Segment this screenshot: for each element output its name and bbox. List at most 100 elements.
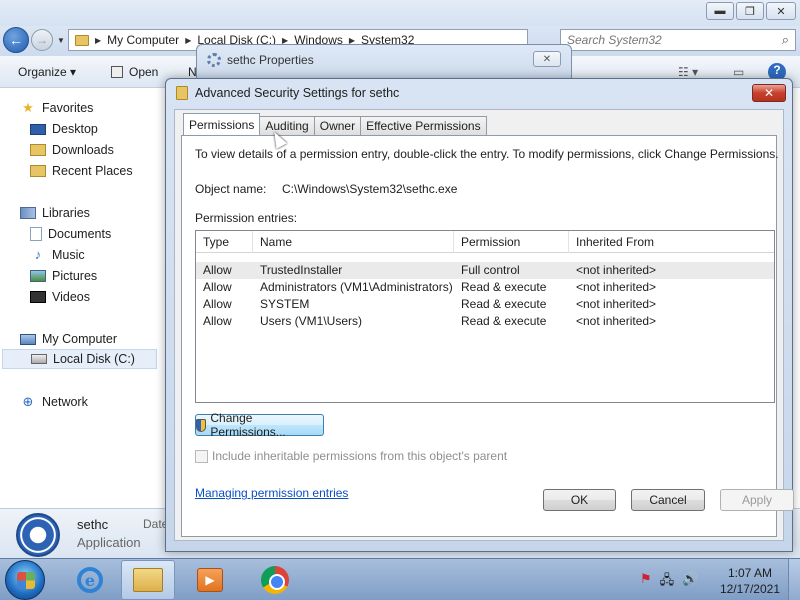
sidebar-item-label: My Computer <box>42 332 118 346</box>
taskbar-windows-explorer[interactable] <box>121 560 175 600</box>
apply-button[interactable]: Apply <box>720 489 794 511</box>
advanced-security-dialog: Advanced Security Settings for sethc ✕ P… <box>165 78 794 552</box>
forward-button[interactable]: → <box>31 29 53 51</box>
taskbar-internet-explorer[interactable]: e <box>63 560 117 600</box>
ok-button[interactable]: OK <box>543 489 616 511</box>
tab-auditing[interactable]: Auditing <box>259 116 315 135</box>
change-permissions-button[interactable]: Change Permissions... <box>195 411 324 439</box>
cell-permission: Read & execute <box>461 280 547 294</box>
breadcrumb-my-computer[interactable]: My Computer <box>107 33 179 47</box>
sidebar-item-label: Recent Places <box>52 164 133 178</box>
maximize-button[interactable]: ❐ <box>736 2 764 20</box>
recent-pages-dropdown[interactable]: ▼ <box>57 36 65 45</box>
sidebar-item-libraries[interactable]: Libraries <box>20 203 90 223</box>
uac-shield-icon <box>196 418 207 432</box>
sidebar-item-label: Network <box>42 395 88 409</box>
clock-date: 12/17/2021 <box>719 582 780 596</box>
taskbar-media-player[interactable]: ▶ <box>183 560 237 600</box>
start-button[interactable] <box>5 560 45 600</box>
folder-icon <box>176 86 188 100</box>
table-row[interactable]: Allow TrustedInstaller Full control <not… <box>196 262 774 279</box>
show-desktop-button[interactable] <box>788 559 800 600</box>
sidebar-item-label: Documents <box>48 227 112 241</box>
tab-owner[interactable]: Owner <box>313 116 362 135</box>
minimize-button[interactable]: ▬ <box>706 2 734 20</box>
sidebar-item-pictures[interactable]: Pictures <box>30 266 97 286</box>
column-header-permission[interactable]: Permission <box>454 231 569 253</box>
action-center-flag-icon[interactable]: ⚑ <box>640 571 652 593</box>
cancel-button[interactable]: Cancel <box>631 489 705 511</box>
properties-dialog-title: sethc Properties <box>207 53 314 67</box>
cell-type: Allow <box>203 314 232 328</box>
column-header-name[interactable]: Name <box>253 231 454 253</box>
network-status-icon[interactable]: 🖧 <box>660 571 675 593</box>
properties-close-button[interactable]: ✕ <box>533 51 561 67</box>
sidebar-item-network[interactable]: ⊕ Network <box>20 392 88 412</box>
tab-strip: Permissions Auditing Owner Effective Per… <box>183 113 487 135</box>
clock-time: 1:07 AM <box>727 566 772 580</box>
change-view-icon[interactable]: ☷ ▾ <box>678 65 698 79</box>
table-row[interactable]: Allow Users (VM1\Users) Read & execute <… <box>196 313 774 330</box>
internet-explorer-icon: e <box>77 567 103 593</box>
folder-icon <box>75 34 89 46</box>
dialog-title-text: Advanced Security Settings for sethc <box>195 86 400 100</box>
cell-permission: Read & execute <box>461 297 547 311</box>
sidebar-item-downloads[interactable]: Downloads <box>30 140 114 160</box>
recent-places-icon <box>30 165 46 177</box>
cell-name: TrustedInstaller <box>260 263 343 277</box>
sidebar-item-label: Pictures <box>52 269 98 283</box>
open-icon <box>111 66 123 78</box>
cell-permission: Full control <box>461 263 520 277</box>
organize-menu[interactable]: Organize ▾ <box>18 65 76 79</box>
sidebar-item-favorites[interactable]: ★ Favorites <box>20 98 93 118</box>
dialog-close-button[interactable]: ✕ <box>752 84 786 102</box>
tab-permissions[interactable]: Permissions <box>183 113 261 135</box>
sidebar-item-desktop[interactable]: Desktop <box>30 119 98 139</box>
details-file-name: sethc <box>77 517 109 532</box>
pictures-icon <box>30 270 46 282</box>
system-clock[interactable]: 1:07 AM 12/17/2021 <box>720 565 780 597</box>
table-row[interactable]: Allow SYSTEM Read & execute <not inherit… <box>196 296 774 313</box>
sidebar-item-music[interactable]: ♪ Music <box>30 245 85 265</box>
back-button[interactable]: ← <box>3 27 29 53</box>
table-row[interactable]: Allow Administrators (VM1\Administrators… <box>196 279 774 296</box>
cell-type: Allow <box>203 263 232 277</box>
gear-icon <box>207 53 221 67</box>
instructions-text: To view details of a permission entry, d… <box>195 147 779 161</box>
column-header-type[interactable]: Type <box>196 231 253 253</box>
sidebar-item-label: Desktop <box>52 122 98 136</box>
chrome-icon <box>261 566 289 594</box>
preview-pane-icon[interactable]: ▭ <box>733 65 744 79</box>
sidebar-item-videos[interactable]: Videos <box>30 287 90 307</box>
videos-icon <box>30 291 46 303</box>
sidebar-item-my-computer[interactable]: My Computer <box>20 329 117 349</box>
star-icon: ★ <box>22 100 34 115</box>
chevron-right-icon[interactable]: ▶ <box>185 36 191 45</box>
cell-inherited-from: <not inherited> <box>576 297 657 311</box>
music-note-icon: ♪ <box>34 247 42 262</box>
chevron-right-icon[interactable]: ▶ <box>95 36 101 45</box>
close-button[interactable]: ✕ <box>766 2 796 20</box>
column-header-inherited-from[interactable]: Inherited From <box>569 231 774 253</box>
volume-icon[interactable]: 🔊 <box>682 571 698 593</box>
change-permissions-label: Change Permissions... <box>210 411 286 439</box>
cell-type: Allow <box>203 280 232 294</box>
search-input[interactable]: Search System32 ⌕ <box>560 29 796 51</box>
sidebar-item-recent-places[interactable]: Recent Places <box>30 161 133 181</box>
include-inheritable-checkbox[interactable] <box>195 449 208 463</box>
managing-permissions-link[interactable]: Managing permission entries <box>195 486 348 500</box>
sidebar-item-documents[interactable]: Documents <box>30 224 111 244</box>
permission-entries-label: Permission entries: <box>195 211 298 225</box>
cell-name: Administrators (VM1\Administrators) <box>260 280 453 294</box>
taskbar-chrome[interactable] <box>248 560 302 600</box>
sidebar-item-local-disk[interactable]: Local Disk (C:) <box>2 349 157 369</box>
permission-entries-list[interactable]: Type Name Permission Inherited From Allo… <box>195 230 775 403</box>
computer-icon <box>20 333 36 345</box>
sidebar-item-label: Downloads <box>52 143 114 157</box>
properties-title-text: sethc Properties <box>227 53 314 67</box>
search-icon[interactable]: ⌕ <box>782 32 789 48</box>
tab-effective-permissions[interactable]: Effective Permissions <box>360 116 487 135</box>
notification-area: ⚑ 🖧 🔊 <box>640 571 698 593</box>
open-button[interactable]: Open <box>111 65 158 79</box>
sidebar-item-label: Libraries <box>42 206 90 220</box>
